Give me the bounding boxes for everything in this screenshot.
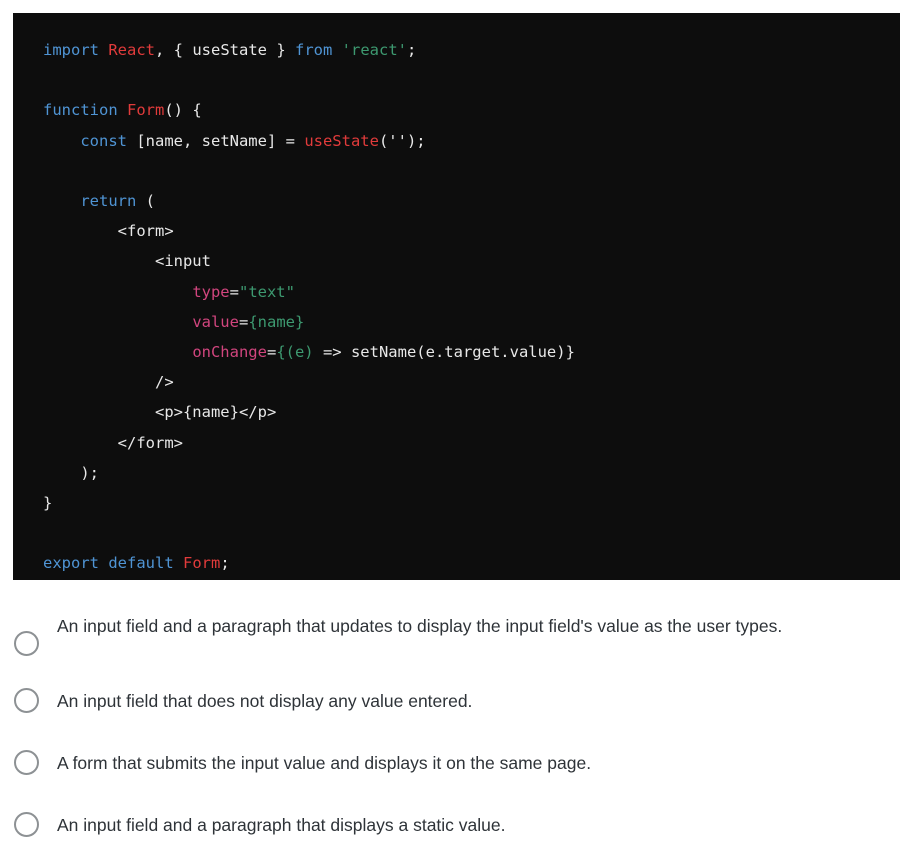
string-react-module: 'react' (341, 41, 407, 59)
keyword-export-default: export default (43, 554, 183, 573)
answer-option-d-label[interactable]: An input field and a paragraph that disp… (57, 809, 877, 841)
keyword-const: const (80, 131, 137, 150)
code-line-form-close: </form> (43, 428, 900, 458)
code-line-close-paren: ); (43, 458, 900, 488)
indent-5 (43, 343, 192, 361)
jsx-attribute-type-value: "text" (238, 282, 295, 301)
answer-option-c-label[interactable]: A form that submits the input value and … (57, 747, 877, 779)
function-signature-rest: () { (164, 101, 202, 120)
keyword-return: return (80, 192, 146, 211)
answer-option-d[interactable]: An input field and a paragraph that disp… (0, 809, 914, 841)
code-line-attr-onchange: onChange={(e) => setName(e.target.value)… (43, 337, 900, 367)
indent-1 (43, 132, 80, 150)
call-usestate: useState (304, 131, 379, 150)
answer-option-b[interactable]: An input field that does not display any… (0, 685, 914, 717)
jsx-form-close-tag: </form> (43, 433, 183, 452)
jsx-form-open-tag: <form> (43, 222, 174, 241)
radio-button-c[interactable] (14, 750, 39, 775)
answer-option-c[interactable]: A form that submits the input value and … (0, 747, 914, 779)
answer-option-a-label[interactable]: An input field and a paragraph that upda… (57, 610, 877, 642)
code-line-usestate: const [name, setName] = useState(''); (43, 126, 900, 156)
equals-1: = (229, 282, 239, 301)
usestate-args: (''); (378, 131, 426, 150)
code-line-form-open: <form> (43, 216, 900, 246)
indent-2 (43, 192, 80, 210)
code-line-blank-2 (43, 156, 900, 186)
keyword-from: from (294, 41, 342, 59)
arrow-fn-params: {(e) (276, 343, 314, 362)
arrow-fn-body: => setName(e.target.value)} (313, 343, 575, 362)
code-line-blank-3 (43, 518, 900, 548)
answer-option-b-label[interactable]: An input field that does not display any… (57, 685, 877, 717)
jsx-input-selfclose: /> (43, 373, 174, 392)
indent-4 (43, 313, 192, 331)
jsx-attribute-value: value (192, 312, 239, 331)
equals-3: = (266, 343, 277, 362)
destructure-declaration: [name, setName] = (136, 131, 305, 150)
import-braces: , { useState } (155, 41, 295, 59)
semicolon-2: ; (220, 554, 230, 573)
jsx-attribute-type: type (192, 282, 230, 301)
jsx-attribute-onchange: onChange (192, 343, 267, 362)
code-line-attr-type: type="text" (43, 277, 900, 307)
code-line-blank-1 (43, 65, 900, 95)
function-close-brace: } (43, 494, 53, 513)
return-close-paren: ); (43, 463, 99, 482)
code-line-input-selfclose: /> (43, 367, 900, 397)
identifier-form: Form (127, 101, 165, 120)
code-line-import: import React, { useState } from 'react'; (43, 35, 900, 65)
code-line-input-open: <input (43, 246, 900, 276)
radio-button-a[interactable] (14, 631, 39, 656)
answer-option-a[interactable]: An input field and a paragraph that upda… (0, 610, 914, 656)
code-line-paragraph: <p>{name}</p> (43, 397, 900, 427)
semicolon-1: ; (406, 41, 417, 59)
export-identifier-form: Form (182, 554, 221, 573)
keyword-function: function (43, 101, 127, 120)
code-line-close-brace: } (43, 488, 900, 518)
jsx-paragraph: <p>{name}</p> (43, 403, 277, 422)
jsx-input-open-tag: <input (43, 252, 211, 271)
keyword-import: import (43, 41, 109, 59)
code-line-return: return ( (43, 186, 900, 216)
answer-options-list: An input field and a paragraph that upda… (0, 598, 914, 841)
code-line-function-decl: function Form() { (43, 95, 900, 125)
radio-button-b[interactable] (14, 688, 39, 713)
code-line-export: export default Form; (43, 548, 900, 578)
jsx-attribute-value-binding: {name} (248, 312, 305, 331)
code-snippet: import React, { useState } from 'react';… (13, 13, 900, 579)
return-paren: ( (145, 192, 155, 211)
equals-2: = (238, 312, 249, 331)
indent-3 (43, 283, 192, 301)
code-block: import React, { useState } from 'react';… (13, 13, 900, 580)
identifier-react: React (108, 41, 155, 59)
radio-button-d[interactable] (14, 812, 39, 837)
code-line-attr-value: value={name} (43, 307, 900, 337)
